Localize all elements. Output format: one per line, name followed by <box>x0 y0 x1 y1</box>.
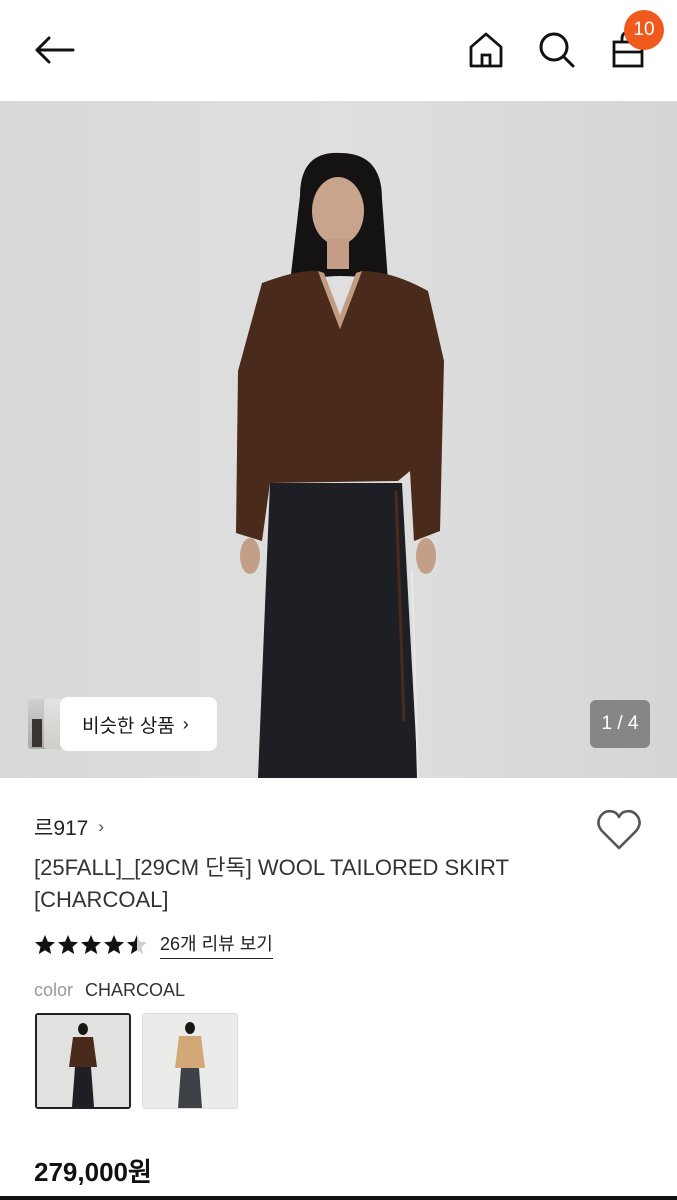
product-image[interactable] <box>0 101 677 778</box>
top-bar: 10 <box>0 0 677 101</box>
brand-name: 르917 <box>34 817 89 840</box>
product-title: [25FALL]_[29CM 단독] WOOL TAILORED SKIRT [… <box>34 855 509 912</box>
color-option-alt[interactable] <box>142 1013 238 1109</box>
swatch-image <box>143 1014 237 1108</box>
back-button[interactable] <box>30 26 78 74</box>
color-option-charcoal[interactable] <box>35 1013 131 1109</box>
arrow-left-icon <box>35 36 75 64</box>
home-icon <box>469 32 503 68</box>
similar-products-button[interactable]: 비슷한 상품 › <box>60 697 217 751</box>
similar-products-label: 비슷한 상품 <box>82 715 175 737</box>
wishlist-button[interactable] <box>596 808 644 856</box>
cart-count-badge: 10 <box>624 10 664 50</box>
review-link[interactable]: 26개 리뷰 보기 <box>160 930 273 959</box>
image-counter: 1 / 4 <box>590 700 650 748</box>
search-button[interactable] <box>533 26 581 74</box>
brand-link[interactable]: 르917 › <box>34 812 104 842</box>
heart-icon <box>597 809 641 850</box>
color-value: CHARCOAL <box>85 980 186 1000</box>
search-icon <box>539 32 575 68</box>
product-price: 279,000원 <box>34 1157 152 1187</box>
rating-row: 26개 리뷰 보기 <box>34 930 273 959</box>
swatch-image <box>37 1015 129 1107</box>
color-label: color <box>34 980 74 1000</box>
bottom-bar <box>0 1196 677 1200</box>
color-row: color CHARCOAL <box>34 980 185 1001</box>
home-button[interactable] <box>462 26 510 74</box>
star-rating <box>34 932 150 958</box>
stars-icon <box>35 934 147 954</box>
chevron-right-icon: › <box>98 817 105 836</box>
chevron-right-icon: › <box>182 713 189 734</box>
product-photo <box>0 101 677 778</box>
